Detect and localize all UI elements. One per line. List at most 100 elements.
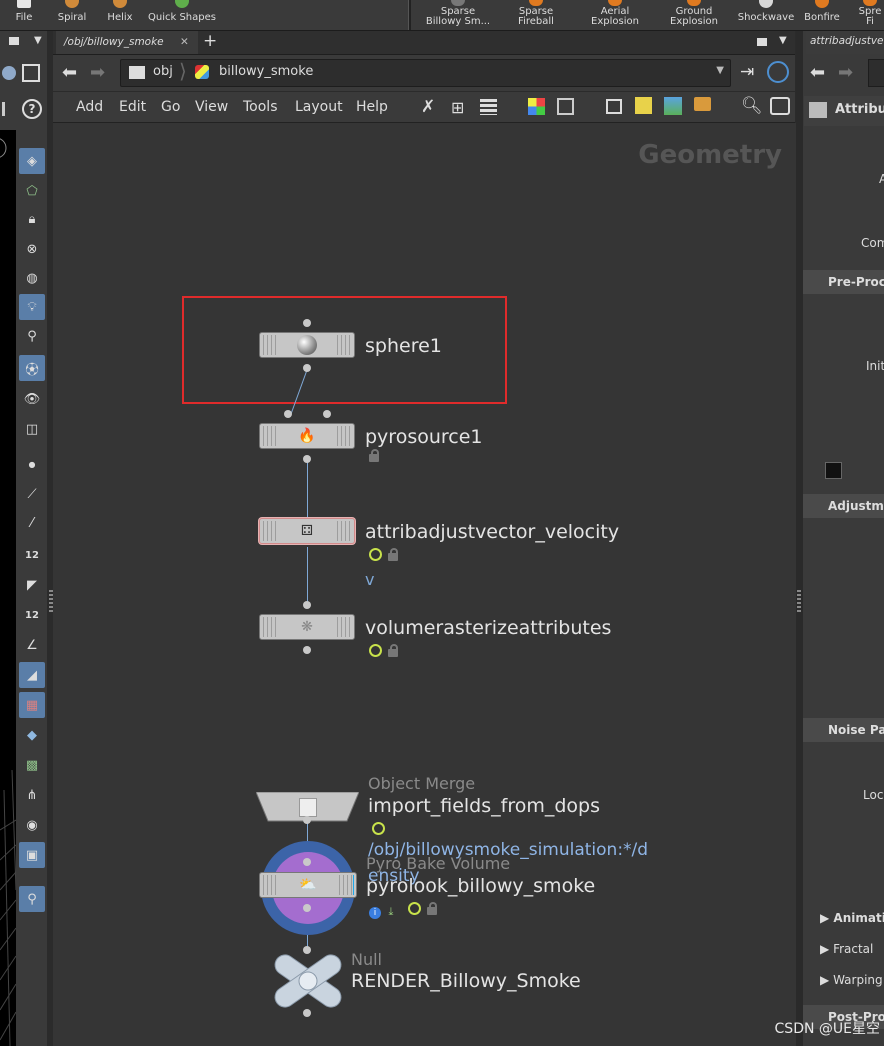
- shelf-tool-bonfire[interactable]: Bonfire: [802, 0, 842, 30]
- menu-view[interactable]: View: [195, 99, 228, 115]
- checkbox[interactable]: [825, 462, 842, 479]
- tool-ghost[interactable]: ⊗: [19, 236, 45, 262]
- menu-layout[interactable]: Layout: [295, 99, 343, 115]
- output-connector[interactable]: [303, 646, 311, 654]
- left-pane-menu[interactable]: ▼: [4, 34, 48, 50]
- menu-edit[interactable]: Edit: [119, 99, 146, 115]
- tree-icon[interactable]: ⊞: [451, 98, 464, 117]
- tool-dropper[interactable]: ⁄: [19, 510, 45, 536]
- node-objectmerge-label[interactable]: import_fields_from_dops: [368, 795, 600, 817]
- shelf-tool-sparse-fireball[interactable]: Sparse Fireball: [508, 0, 564, 30]
- pane-icon[interactable]: [757, 38, 767, 46]
- section-pre-process[interactable]: Pre-Proce: [803, 270, 884, 294]
- node-render-billowy-smoke[interactable]: [272, 952, 344, 1010]
- tool-lasso[interactable]: ⬠: [19, 178, 45, 204]
- chevron-down-icon[interactable]: ▼: [716, 65, 724, 76]
- input-connector[interactable]: [303, 858, 311, 866]
- output-connector[interactable]: [303, 1009, 311, 1017]
- back-arrow-icon[interactable]: ⬅︎: [62, 62, 77, 83]
- output-connector[interactable]: [303, 455, 311, 463]
- background-image-icon[interactable]: [664, 97, 682, 115]
- tool-location[interactable]: ⚲: [19, 886, 45, 912]
- node-null-label[interactable]: RENDER_Billowy_Smoke: [351, 970, 581, 992]
- tool-image[interactable]: ▣: [19, 842, 45, 868]
- shelf-tool-helix[interactable]: Helix: [100, 0, 140, 30]
- section-adjustment[interactable]: Adjustme: [803, 494, 884, 518]
- input-connector[interactable]: [303, 601, 311, 609]
- path-field[interactable]: obj ⟩ billowy_smoke ▼: [120, 59, 731, 87]
- shelf-tool-ground-explosion[interactable]: Ground Explosion: [664, 0, 724, 30]
- viewport-edge[interactable]: [0, 130, 16, 1046]
- dot-icon[interactable]: [694, 97, 711, 111]
- folder-warping[interactable]: ▶ Warping: [820, 973, 883, 987]
- shelf-tool-aerial-explosion[interactable]: Aerial Explosion: [586, 0, 644, 30]
- tool-pin[interactable]: ⚲: [19, 323, 45, 349]
- select-box-icon[interactable]: [22, 64, 40, 82]
- node-sphere1-label[interactable]: sphere1: [365, 335, 442, 357]
- node-attribadjust-label[interactable]: attribadjustvector_velocity: [365, 521, 619, 543]
- menu-tools[interactable]: Tools: [243, 99, 278, 115]
- input-connector[interactable]: [323, 410, 331, 418]
- back-arrow-icon[interactable]: ⬅︎: [810, 62, 825, 83]
- input-connector[interactable]: [284, 410, 292, 418]
- output-connector[interactable]: [303, 364, 311, 372]
- close-icon[interactable]: ✕: [180, 31, 189, 54]
- path-segment-current[interactable]: billowy_smoke: [219, 64, 313, 79]
- shelf-tool-sparse-billowy-smoke[interactable]: Sparse Billowy Sm...: [422, 0, 494, 30]
- shelf-tool-quick-shapes[interactable]: Quick Shapes: [146, 0, 218, 30]
- grid-view-icon[interactable]: [557, 98, 574, 115]
- node-sphere1[interactable]: [259, 332, 355, 358]
- tool-map[interactable]: ▩: [19, 752, 45, 778]
- node-pyrobake-label[interactable]: pyrolook_billowy_smoke: [366, 875, 595, 897]
- tab-parameters[interactable]: attribadjustve: [806, 31, 884, 54]
- menu-go[interactable]: Go: [161, 99, 180, 115]
- tool-plane[interactable]: ◢: [19, 662, 45, 688]
- wrench-icon[interactable]: ✗: [421, 97, 435, 117]
- tool-record[interactable]: ◉: [19, 812, 45, 838]
- eye-icon[interactable]: [770, 97, 790, 115]
- node-pyrosource1-label[interactable]: pyrosource1: [365, 426, 483, 448]
- pane-splitter[interactable]: [796, 31, 803, 1046]
- node-attribadjustvector-velocity[interactable]: ⚃: [259, 518, 355, 544]
- tool-eye[interactable]: 👁︎: [19, 386, 45, 412]
- folder-fractal[interactable]: ▶ Fractal: [820, 942, 873, 956]
- tool-box-select[interactable]: ◈: [19, 148, 45, 174]
- shelf-tool-spiral[interactable]: Spiral: [52, 0, 92, 30]
- forward-arrow-icon[interactable]: ➡︎: [90, 62, 105, 83]
- help-icon[interactable]: ?: [22, 99, 42, 119]
- link-icon[interactable]: [767, 61, 789, 83]
- splitter-grip-icon[interactable]: [797, 590, 801, 612]
- section-noise-pattern[interactable]: Noise Patt: [803, 718, 884, 742]
- tool-number-12b[interactable]: 12: [19, 602, 45, 628]
- shelf-tool-spread-fire[interactable]: Spre Fi: [856, 0, 884, 30]
- path-segment-obj[interactable]: obj: [153, 64, 173, 79]
- forward-arrow-icon[interactable]: ➡︎: [838, 62, 853, 83]
- input-connector[interactable]: [303, 319, 311, 327]
- param-path-field[interactable]: [868, 59, 884, 87]
- chevron-down-icon[interactable]: ▼: [779, 35, 787, 46]
- list-icon[interactable]: [480, 99, 497, 115]
- snap-icon[interactable]: [2, 102, 15, 116]
- shelf-tool-shockwave[interactable]: Shockwave: [736, 0, 796, 30]
- menu-add[interactable]: Add: [76, 99, 103, 115]
- output-connector[interactable]: [303, 816, 311, 824]
- tool-lock[interactable]: 🔒︎: [19, 206, 45, 232]
- tool-light[interactable]: ◍: [19, 265, 45, 291]
- tool-diamond[interactable]: ◆: [19, 722, 45, 748]
- menu-help[interactable]: Help: [356, 99, 388, 115]
- tool-camera[interactable]: ◫: [19, 416, 45, 442]
- folder-animation[interactable]: ▶ Animatio: [820, 911, 884, 925]
- tool-number-12a[interactable]: 12: [19, 542, 45, 568]
- node-volumerasterizeattributes[interactable]: ❋: [259, 614, 355, 640]
- node-volumerasterize-label[interactable]: volumerasterizeattributes: [365, 617, 611, 639]
- view-handle-icon[interactable]: [2, 66, 16, 80]
- node-pyrolook-billowy-smoke[interactable]: ⛅: [259, 872, 357, 898]
- sticky-note-icon[interactable]: [635, 97, 652, 114]
- search-icon[interactable]: 🔍︎: [741, 96, 763, 116]
- splitter-grip-icon[interactable]: [49, 590, 53, 612]
- tab-network[interactable]: /obj/billowy_smoke ✕: [56, 31, 198, 54]
- tool-paint[interactable]: ◤: [19, 572, 45, 598]
- node-pyrosource1[interactable]: 🔥: [259, 423, 355, 449]
- shelf-tool-file[interactable]: File: [6, 0, 42, 30]
- tool-angle[interactable]: ∠: [19, 632, 45, 658]
